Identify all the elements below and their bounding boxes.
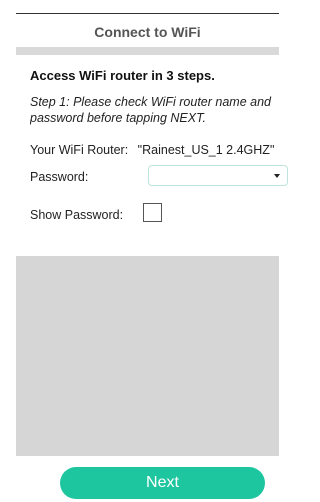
page-title: Connect to WiFi	[94, 24, 201, 40]
router-label: Your WiFi Router:	[30, 143, 129, 157]
show-password-label: Show Password:	[30, 208, 124, 222]
password-label: Password:	[30, 170, 89, 184]
next-button[interactable]: Next	[60, 467, 265, 499]
text-cursor-icon	[274, 174, 280, 178]
router-row: Your WiFi Router: "Rainest_US_1 2.4GHZ"	[30, 143, 274, 157]
step-instruction: Step 1: Please check WiFi router name an…	[30, 94, 279, 126]
step-line-2: password before tapping NEXT.	[30, 111, 207, 125]
router-name: "Rainest_US_1 2.4GHZ"	[137, 143, 275, 157]
show-password-checkbox[interactable]	[143, 203, 162, 222]
top-divider	[16, 13, 279, 14]
step-line-1: Step 1: Please check WiFi router name an…	[30, 95, 271, 109]
password-field[interactable]	[148, 165, 288, 186]
content-placeholder-area	[16, 256, 279, 456]
instructions-heading: Access WiFi router in 3 steps.	[30, 68, 215, 83]
header-separator-band	[16, 47, 279, 55]
